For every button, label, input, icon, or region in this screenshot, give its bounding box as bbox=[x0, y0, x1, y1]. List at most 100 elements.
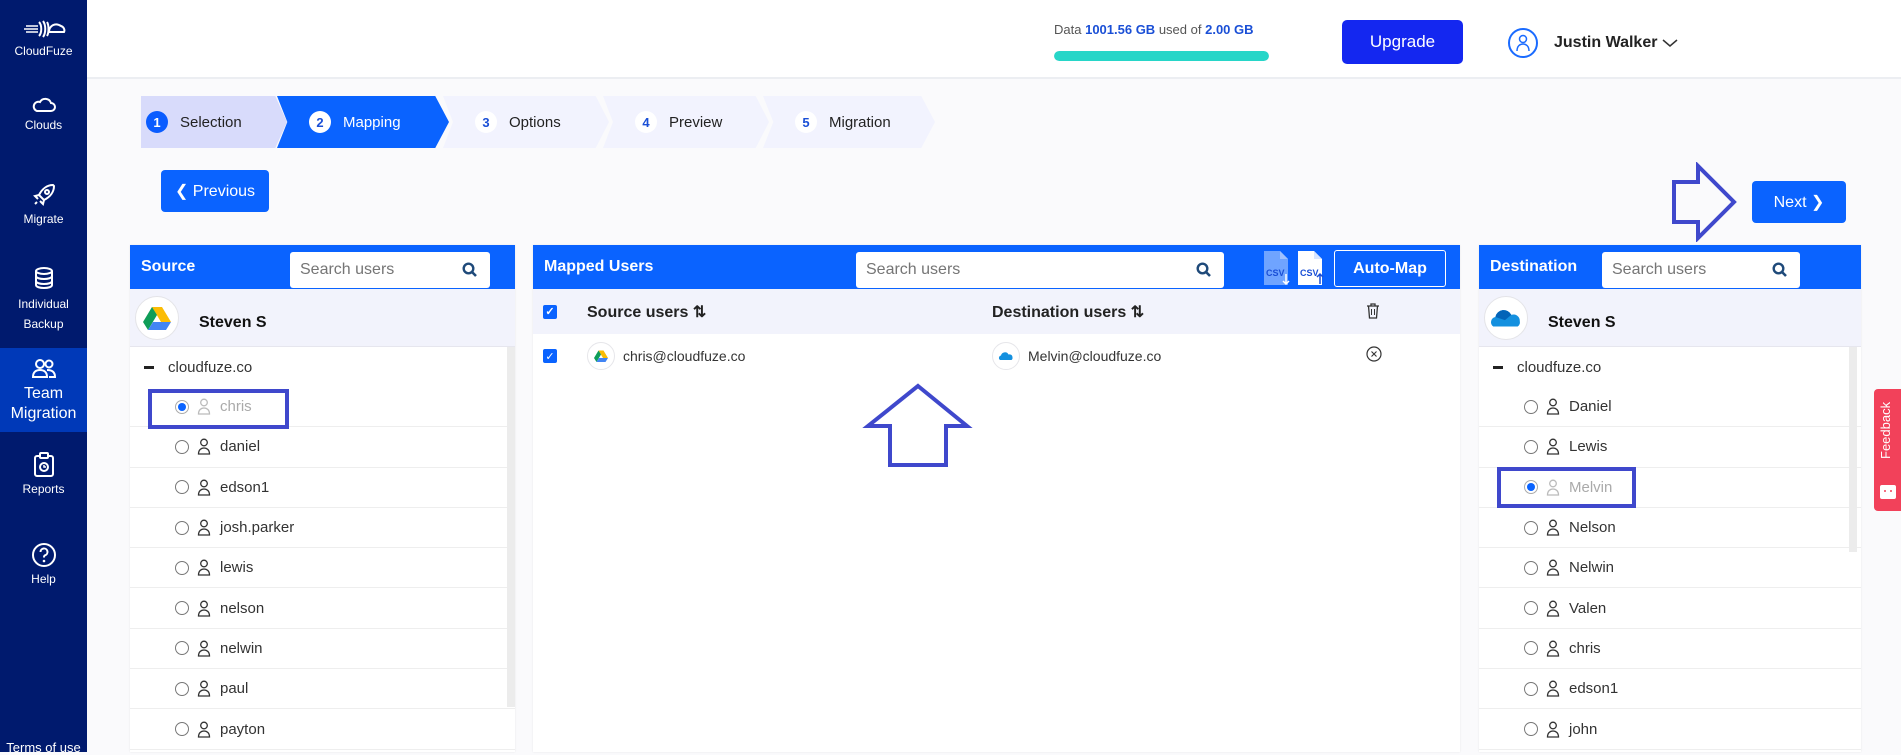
source-user-row[interactable]: daniel bbox=[130, 427, 515, 467]
source-user-row[interactable]: nelson bbox=[130, 588, 515, 628]
csv-upload-button[interactable]: CSV bbox=[1296, 250, 1326, 291]
destination-user-row[interactable]: chris bbox=[1479, 629, 1861, 669]
csv-upload-icon: CSV bbox=[1296, 250, 1326, 286]
csv-download-button[interactable]: CSV bbox=[1262, 250, 1292, 291]
mapped-search[interactable] bbox=[856, 252, 1224, 288]
user-radio[interactable] bbox=[1524, 601, 1538, 615]
user-radio[interactable] bbox=[1524, 722, 1538, 736]
destination-user-row[interactable]: Valen bbox=[1479, 588, 1861, 628]
source-user-row[interactable]: paul bbox=[130, 669, 515, 709]
sidebar-item-team-migration[interactable]: Team Migration bbox=[0, 348, 87, 432]
next-button[interactable]: Next ❯ bbox=[1752, 181, 1846, 223]
user-radio[interactable] bbox=[175, 480, 189, 494]
source-scrollbar[interactable] bbox=[507, 347, 515, 707]
destination-user-row[interactable]: Daniel bbox=[1479, 387, 1861, 427]
user-radio[interactable] bbox=[175, 440, 189, 454]
user-name: payton bbox=[220, 721, 265, 738]
user-name: Daniel bbox=[1569, 398, 1612, 415]
step-preview[interactable]: 4Preview bbox=[603, 96, 769, 148]
user-radio[interactable] bbox=[1524, 400, 1538, 414]
chevron-right-icon: ❯ bbox=[1807, 194, 1825, 211]
col-destination-users[interactable]: Destination users ⇅ bbox=[992, 302, 1144, 322]
search-icon[interactable] bbox=[1196, 262, 1212, 278]
domain-label: cloudfuze.co bbox=[1517, 359, 1601, 376]
remove-mapping-icon[interactable] bbox=[1366, 346, 1382, 362]
sort-icon[interactable]: ⇅ bbox=[1131, 304, 1144, 321]
user-radio[interactable] bbox=[1524, 561, 1538, 575]
user-menu[interactable]: Justin Walker bbox=[1508, 28, 1679, 58]
row-checkbox[interactable]: ✓ bbox=[543, 349, 557, 363]
sidebar-item-reports[interactable]: Reports bbox=[0, 452, 87, 496]
user-radio[interactable] bbox=[175, 400, 189, 414]
user-radio[interactable] bbox=[1524, 641, 1538, 655]
mapped-search-input[interactable] bbox=[866, 261, 1224, 279]
destination-owner-name: Steven S bbox=[1548, 314, 1616, 332]
destination-user-row[interactable]: edson1 bbox=[1479, 669, 1861, 709]
usage-total: 2.00 GB bbox=[1205, 22, 1253, 37]
feedback-smile-icon bbox=[1880, 485, 1896, 499]
source-user-row[interactable]: payton bbox=[130, 709, 515, 749]
storage-usage-fill bbox=[1054, 51, 1269, 61]
destination-user-row[interactable]: Lewis bbox=[1479, 427, 1861, 467]
users-icon bbox=[31, 358, 57, 380]
search-icon[interactable] bbox=[462, 262, 478, 278]
source-user-row[interactable]: lewis bbox=[130, 548, 515, 588]
previous-button[interactable]: ❮ Previous bbox=[161, 170, 269, 212]
user-radio[interactable] bbox=[175, 561, 189, 575]
col-source-users[interactable]: Source users ⇅ bbox=[587, 302, 706, 322]
cloudfuze-logo[interactable]: CloudFuze bbox=[0, 18, 87, 58]
search-icon[interactable] bbox=[1772, 262, 1788, 278]
user-radio[interactable] bbox=[175, 722, 189, 736]
destination-domain-node[interactable]: cloudfuze.co bbox=[1479, 347, 1861, 387]
source-user-row[interactable]: edson1 bbox=[130, 468, 515, 508]
terms-of-use-link[interactable]: Terms of use bbox=[0, 740, 87, 755]
brand-name: CloudFuze bbox=[14, 44, 72, 58]
collapse-icon[interactable] bbox=[1493, 366, 1503, 369]
user-radio[interactable] bbox=[1524, 682, 1538, 696]
sidebar-item-migrate[interactable]: Migrate bbox=[0, 182, 87, 226]
destination-user-row[interactable]: Nelwin bbox=[1479, 548, 1861, 588]
right-arrow-annotation bbox=[1668, 162, 1738, 242]
svg-text:CSV: CSV bbox=[1300, 268, 1319, 278]
user-radio[interactable] bbox=[1524, 480, 1538, 494]
destination-search[interactable] bbox=[1602, 252, 1800, 288]
auto-map-button[interactable]: Auto-Map bbox=[1334, 250, 1446, 287]
step-migration[interactable]: 5Migration bbox=[763, 96, 935, 148]
step-number: 2 bbox=[309, 111, 331, 133]
user-radio[interactable] bbox=[1524, 521, 1538, 535]
step-mapping[interactable]: 2Mapping bbox=[277, 96, 449, 148]
sidebar-item-help[interactable]: Help bbox=[0, 542, 87, 586]
feedback-tab[interactable]: Feedback bbox=[1874, 389, 1901, 511]
source-user-row[interactable]: nelwin bbox=[130, 629, 515, 669]
destination-user-row[interactable]: Nelson bbox=[1479, 508, 1861, 548]
mapped-table-row[interactable]: ✓ chris@cloudfuze.co Melvin@cloudfuze.co bbox=[533, 334, 1460, 378]
trash-icon[interactable] bbox=[1366, 303, 1380, 319]
upgrade-button[interactable]: Upgrade bbox=[1342, 20, 1463, 64]
previous-label: Previous bbox=[193, 183, 255, 200]
sidebar-item-individual-backup[interactable]: Individual Backup bbox=[0, 266, 87, 334]
help-icon bbox=[31, 542, 57, 568]
source-user-tree: cloudfuze.co chrisdanieledson1josh.parke… bbox=[130, 347, 515, 750]
source-domain-node[interactable]: cloudfuze.co bbox=[130, 347, 515, 387]
source-user-row[interactable]: josh.parker bbox=[130, 508, 515, 548]
destination-user-row[interactable]: john bbox=[1479, 709, 1861, 749]
user-radio[interactable] bbox=[175, 521, 189, 535]
user-radio[interactable] bbox=[175, 601, 189, 615]
source-search[interactable] bbox=[290, 252, 490, 288]
user-radio[interactable] bbox=[175, 641, 189, 655]
source-user-row[interactable]: chris bbox=[130, 387, 515, 427]
collapse-icon[interactable] bbox=[144, 366, 154, 369]
user-name: Nelwin bbox=[1569, 559, 1614, 576]
select-all-checkbox[interactable]: ✓ bbox=[543, 305, 557, 319]
step-selection[interactable]: 1Selection bbox=[141, 96, 287, 148]
step-options[interactable]: 3Options bbox=[443, 96, 609, 148]
user-radio[interactable] bbox=[175, 682, 189, 696]
destination-user-row[interactable]: Melvin bbox=[1479, 468, 1861, 508]
sort-icon[interactable]: ⇅ bbox=[693, 304, 706, 321]
destination-scrollbar[interactable] bbox=[1849, 347, 1857, 552]
sidebar-item-clouds[interactable]: Clouds bbox=[0, 96, 87, 132]
user-radio[interactable] bbox=[1524, 440, 1538, 454]
svg-text:CSV: CSV bbox=[1266, 268, 1285, 278]
user-icon bbox=[197, 680, 211, 697]
mapped-title: Mapped Users bbox=[544, 258, 653, 276]
